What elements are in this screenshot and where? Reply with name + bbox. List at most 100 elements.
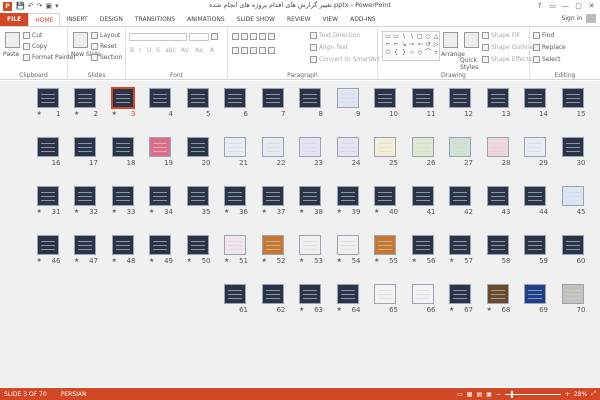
shape-right-brace[interactable]: } — [400, 49, 408, 57]
slide-preview[interactable] — [411, 235, 434, 255]
slide-preview[interactable] — [186, 137, 209, 157]
slide-preview[interactable] — [561, 186, 584, 206]
slide-thumbnail[interactable]: 14 — [519, 88, 557, 136]
slide-preview[interactable] — [299, 186, 321, 206]
slide-preview[interactable] — [74, 235, 96, 255]
slide-preview[interactable] — [186, 88, 209, 108]
shape-right-arrow[interactable]: ⇨ — [408, 41, 416, 49]
shape-arc[interactable]: ⌒ — [424, 49, 432, 57]
close-icon[interactable]: ✕ — [585, 0, 598, 12]
slide-thumbnail[interactable]: 12 — [444, 88, 482, 136]
slide-thumbnail[interactable]: ★ 2 — [69, 88, 107, 136]
transition-star-icon[interactable]: ★ — [149, 208, 154, 215]
font-color-button[interactable]: A — [210, 47, 214, 54]
slide-thumbnail[interactable]: 7 — [257, 88, 295, 136]
slide-preview[interactable] — [261, 235, 284, 255]
transition-star-icon[interactable]: ★ — [262, 257, 267, 264]
slide-preview[interactable] — [524, 88, 546, 108]
slide-preview[interactable] — [224, 284, 246, 304]
transition-star-icon[interactable]: ★ — [262, 208, 267, 215]
grow-font-button[interactable] — [211, 33, 218, 40]
slide-preview[interactable] — [299, 284, 321, 304]
slide-thumbnail[interactable]: ★ 56 — [407, 235, 445, 283]
fit-slide-icon[interactable]: ⤢ — [591, 390, 596, 398]
copy-button[interactable]: Copy — [23, 43, 47, 50]
slide-preview[interactable] — [486, 186, 509, 206]
slide-preview[interactable] — [449, 186, 471, 206]
slide-thumbnail[interactable]: 27 — [444, 137, 482, 185]
tab-file[interactable]: FILE — [0, 13, 29, 26]
slide-preview[interactable] — [261, 284, 284, 304]
slide-thumbnail[interactable]: ★ 50 — [182, 235, 220, 283]
tab-transitions[interactable]: TRANSITIONS — [129, 13, 181, 26]
sign-in-link[interactable]: Sign in — [562, 15, 582, 22]
zoom-out-icon[interactable]: − — [496, 391, 501, 398]
slide-thumbnail[interactable]: 29 — [519, 137, 557, 185]
transition-star-icon[interactable]: ★ — [149, 257, 154, 264]
slide-preview[interactable] — [411, 88, 434, 108]
slide-preview[interactable] — [449, 284, 471, 304]
tab-view[interactable]: VIEW — [317, 13, 345, 26]
layout-button[interactable]: Layout — [91, 32, 120, 39]
slide-thumbnail[interactable]: 43 — [482, 186, 520, 234]
slide-preview[interactable] — [224, 137, 246, 157]
slide-preview[interactable] — [261, 186, 284, 206]
tab-home[interactable]: HOME — [28, 13, 61, 26]
shape-chevron[interactable]: ▷ — [432, 41, 440, 49]
slide-thumbnail[interactable]: 13 — [482, 88, 520, 136]
slide-thumbnail[interactable]: 44 — [519, 186, 557, 234]
font-size-field[interactable] — [189, 33, 209, 41]
shape-star[interactable]: ☆ — [408, 49, 416, 57]
slide-preview[interactable] — [374, 284, 396, 304]
slide-preview[interactable] — [486, 235, 509, 255]
transition-star-icon[interactable]: ★ — [187, 257, 192, 264]
shape-line-2[interactable]: \ — [408, 33, 416, 41]
transition-star-icon[interactable]: ★ — [412, 257, 417, 264]
slide-thumbnail[interactable]: 15 — [557, 88, 595, 136]
zoom-level[interactable]: 28% — [574, 391, 587, 398]
quick-styles-button[interactable]: Quick Styles — [460, 57, 480, 71]
slide-preview[interactable] — [149, 186, 171, 206]
slide-preview[interactable] — [336, 137, 359, 157]
slide-preview[interactable] — [336, 235, 359, 255]
slide-thumbnail[interactable]: 61 — [219, 284, 257, 332]
slide-preview[interactable] — [374, 137, 396, 157]
zoom-slider-knob[interactable] — [510, 390, 513, 398]
find-button[interactable]: Find — [533, 32, 554, 39]
slide-preview[interactable] — [149, 137, 171, 157]
shape-elbow-2[interactable]: ⌐ — [392, 41, 400, 49]
slide-preview[interactable] — [449, 88, 471, 108]
tab-insert[interactable]: INSERT — [60, 13, 93, 26]
slide-preview[interactable] — [449, 235, 471, 255]
shape-arrow-line[interactable]: ↘ — [400, 41, 408, 49]
slide-preview[interactable] — [561, 235, 584, 255]
quick-styles-icon[interactable] — [464, 32, 479, 48]
transition-star-icon[interactable]: ★ — [224, 208, 229, 215]
slide-preview[interactable] — [36, 186, 59, 206]
slide-preview[interactable] — [74, 137, 96, 157]
slide-preview[interactable] — [149, 235, 171, 255]
slide-thumbnail[interactable]: 5 — [182, 88, 220, 136]
transition-star-icon[interactable]: ★ — [337, 208, 342, 215]
slide-thumbnail[interactable]: ★ 47 — [69, 235, 107, 283]
slide-preview[interactable] — [411, 284, 434, 304]
slide-thumbnail[interactable]: ★ 38 — [294, 186, 332, 234]
save-icon[interactable]: 💾 — [16, 2, 25, 10]
reading-view-icon[interactable]: ▤ — [476, 391, 482, 398]
slide-thumbnail[interactable]: ★ 54 — [332, 235, 370, 283]
slide-thumbnail[interactable]: ★ 3 — [107, 87, 145, 136]
zoom-in-icon[interactable]: + — [565, 391, 570, 398]
normal-view-icon[interactable]: ▭ — [457, 391, 463, 398]
slide-thumbnail[interactable]: 6 — [219, 88, 257, 136]
slide-thumbnail[interactable]: ★ 31 — [32, 186, 70, 234]
sorter-view-icon[interactable]: ▦ — [467, 391, 473, 398]
tab-add-ins[interactable]: ADD-INS — [344, 13, 382, 26]
slide-preview[interactable] — [524, 137, 546, 157]
slide-preview[interactable] — [186, 186, 209, 206]
slide-thumbnail[interactable]: 11 — [407, 88, 445, 136]
slide-preview[interactable] — [36, 137, 59, 157]
transition-star-icon[interactable]: ★ — [299, 208, 304, 215]
transition-star-icon[interactable]: ★ — [299, 306, 304, 313]
slide-preview[interactable] — [336, 88, 359, 108]
slide-thumbnail[interactable]: 30 — [557, 137, 595, 185]
